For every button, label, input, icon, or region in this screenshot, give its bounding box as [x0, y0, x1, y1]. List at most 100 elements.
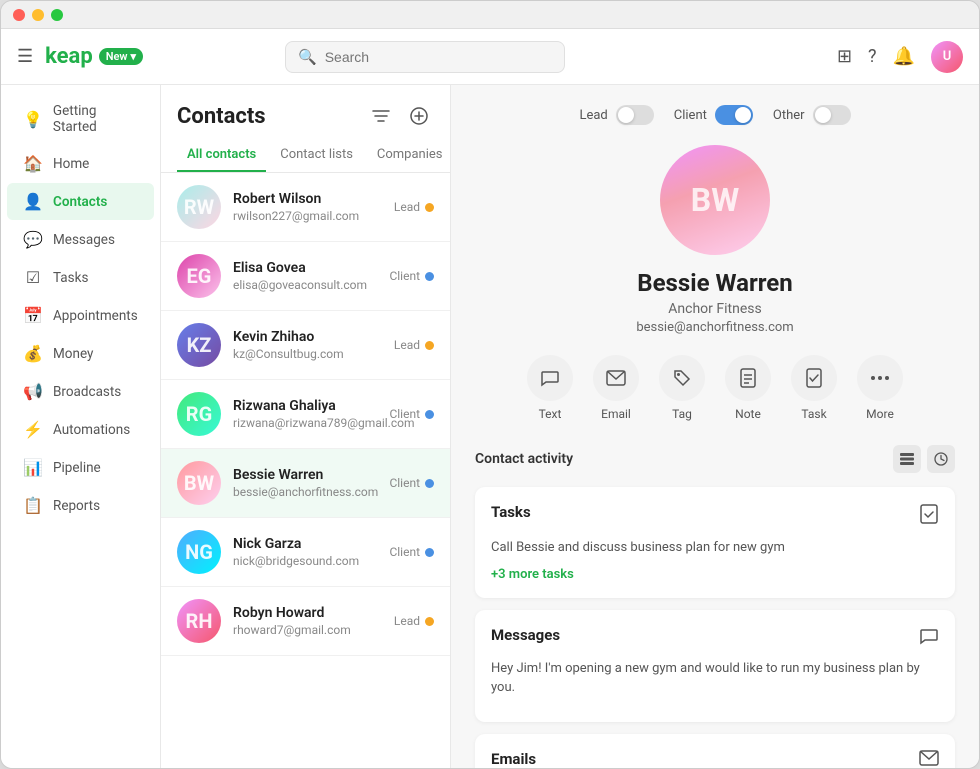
- sidebar-item-pipeline[interactable]: 📊 Pipeline: [7, 449, 154, 486]
- add-contact-button[interactable]: [404, 101, 434, 131]
- other-toggle[interactable]: [813, 105, 851, 125]
- search-bar[interactable]: 🔍: [285, 41, 565, 73]
- email-action-button[interactable]: Email: [593, 355, 639, 421]
- hamburger-icon[interactable]: ☰: [17, 46, 33, 67]
- tab-companies[interactable]: Companies: [367, 139, 453, 172]
- sidebar-item-tasks[interactable]: ☑ Tasks: [7, 259, 154, 296]
- toggle-client-label: Client: [674, 108, 707, 123]
- maximize-button[interactable]: [51, 9, 63, 21]
- contact-info: Bessie Warren bessie@anchorfitness.com: [233, 467, 377, 499]
- sidebar-item-label: Contacts: [53, 194, 107, 210]
- notifications-icon[interactable]: 🔔: [893, 46, 915, 67]
- sidebar-item-label: Reports: [53, 498, 100, 514]
- client-toggle[interactable]: [715, 105, 753, 125]
- top-nav: ☰ keap New ▾ 🔍 ⊞ ? 🔔 U: [1, 29, 979, 85]
- emails-card: Emails: [475, 734, 955, 769]
- filter-button[interactable]: [366, 101, 396, 131]
- list-item[interactable]: RW Robert Wilson rwilson227@gmail.com Le…: [161, 173, 450, 242]
- contact-tag: Client: [389, 407, 434, 421]
- home-icon: 🏠: [23, 154, 43, 173]
- sidebar-item-contacts[interactable]: 👤 Contacts: [7, 183, 154, 220]
- sidebar-item-automations[interactable]: ⚡ Automations: [7, 411, 154, 448]
- minimize-button[interactable]: [32, 9, 44, 21]
- sidebar-item-label: Tasks: [53, 270, 88, 286]
- sidebar-item-getting-started[interactable]: 💡 Getting Started: [7, 94, 154, 144]
- card-title: Messages: [491, 626, 560, 644]
- list-item[interactable]: RH Robyn Howard rhoward7@gmail.com Lead: [161, 587, 450, 656]
- contact-name: Robert Wilson: [233, 191, 382, 207]
- list-item[interactable]: EG Elisa Govea elisa@goveaconsult.com Cl…: [161, 242, 450, 311]
- tab-all-contacts[interactable]: All contacts: [177, 139, 266, 172]
- card-title: Emails: [491, 750, 536, 768]
- more-action-button[interactable]: More: [857, 355, 903, 421]
- automations-icon: ⚡: [23, 420, 43, 439]
- sidebar-item-home[interactable]: 🏠 Home: [7, 145, 154, 182]
- card-text: Call Bessie and discuss business plan fo…: [491, 538, 939, 558]
- status-dot: [425, 410, 434, 419]
- activity-section: Contact activity: [475, 445, 955, 768]
- contact-name: Elisa Govea: [233, 260, 377, 276]
- list-view-button[interactable]: [893, 445, 921, 473]
- tasks-icon: ☑: [23, 268, 43, 287]
- profile-avatar-placeholder: BW: [660, 145, 770, 255]
- toggle-thumb: [735, 107, 751, 123]
- activity-header-icons: [893, 445, 955, 473]
- sidebar: 💡 Getting Started 🏠 Home 👤 Contacts 💬 Me…: [1, 85, 161, 768]
- contacts-title: Contacts: [177, 104, 358, 129]
- search-icon: 🔍: [298, 48, 317, 66]
- action-label: Email: [601, 407, 631, 421]
- profile-section: BW Bessie Warren Anchor Fitness bessie@a…: [475, 145, 955, 335]
- search-input[interactable]: [325, 49, 525, 65]
- sidebar-item-messages[interactable]: 💬 Messages: [7, 221, 154, 258]
- avatar: RG: [177, 392, 221, 436]
- contact-email: bessie@anchorfitness.com: [233, 485, 377, 499]
- note-action-button[interactable]: Note: [725, 355, 771, 421]
- sidebar-item-appointments[interactable]: 📅 Appointments: [7, 297, 154, 334]
- toggle-client: Client: [674, 105, 753, 125]
- sidebar-item-broadcasts[interactable]: 📢 Broadcasts: [7, 373, 154, 410]
- messages-card: Messages Hey Jim! I'm opening a new gym …: [475, 610, 955, 722]
- avatar: EG: [177, 254, 221, 298]
- messages-icon: 💬: [23, 230, 43, 249]
- status-dot: [425, 203, 434, 212]
- profile-company: Anchor Fitness: [668, 301, 761, 317]
- text-action-button[interactable]: Text: [527, 355, 573, 421]
- list-item[interactable]: RG Rizwana Ghaliya rizwana@rizwana789@gm…: [161, 380, 450, 449]
- user-avatar[interactable]: U: [931, 41, 963, 73]
- toggle-thumb: [815, 107, 831, 123]
- chevron-down-icon: ▾: [131, 50, 137, 63]
- tab-contact-lists[interactable]: Contact lists: [270, 139, 363, 172]
- tag-action-button[interactable]: Tag: [659, 355, 705, 421]
- sidebar-item-reports[interactable]: 📋 Reports: [7, 487, 154, 524]
- lead-toggle[interactable]: [616, 105, 654, 125]
- status-dot: [425, 479, 434, 488]
- new-badge[interactable]: New ▾: [99, 48, 143, 65]
- task-action-button[interactable]: Task: [791, 355, 837, 421]
- clock-view-button[interactable]: [927, 445, 955, 473]
- sidebar-item-label: Appointments: [53, 308, 138, 324]
- close-button[interactable]: [13, 9, 25, 21]
- filter-icon: [372, 109, 390, 123]
- list-item[interactable]: NG Nick Garza nick@bridgesound.com Clien…: [161, 518, 450, 587]
- avatar: NG: [177, 530, 221, 574]
- activity-title: Contact activity: [475, 451, 573, 467]
- task-card-icon: [919, 503, 939, 530]
- more-tasks-link[interactable]: +3 more tasks: [491, 567, 574, 582]
- list-item[interactable]: KZ Kevin Zhihao kz@Consultbug.com Lead: [161, 311, 450, 380]
- contacts-panel: Contacts All contac: [161, 85, 451, 768]
- contact-name: Rizwana Ghaliya: [233, 398, 377, 414]
- more-icon: [857, 355, 903, 401]
- help-icon[interactable]: ?: [868, 46, 877, 67]
- card-header: Messages: [491, 626, 939, 651]
- sidebar-item-label: Pipeline: [53, 460, 101, 476]
- contact-info: Nick Garza nick@bridgesound.com: [233, 536, 377, 568]
- tasks-card: Tasks Call Bessie and discuss business p…: [475, 487, 955, 598]
- contact-list: RW Robert Wilson rwilson227@gmail.com Le…: [161, 173, 450, 768]
- toggle-lead-label: Lead: [579, 108, 607, 123]
- contact-tag: Lead: [394, 200, 434, 214]
- sidebar-item-money[interactable]: 💰 Money: [7, 335, 154, 372]
- grid-icon[interactable]: ⊞: [837, 46, 852, 67]
- profile-name: Bessie Warren: [637, 269, 792, 297]
- list-item[interactable]: BW Bessie Warren bessie@anchorfitness.co…: [161, 449, 450, 518]
- status-dot: [425, 272, 434, 281]
